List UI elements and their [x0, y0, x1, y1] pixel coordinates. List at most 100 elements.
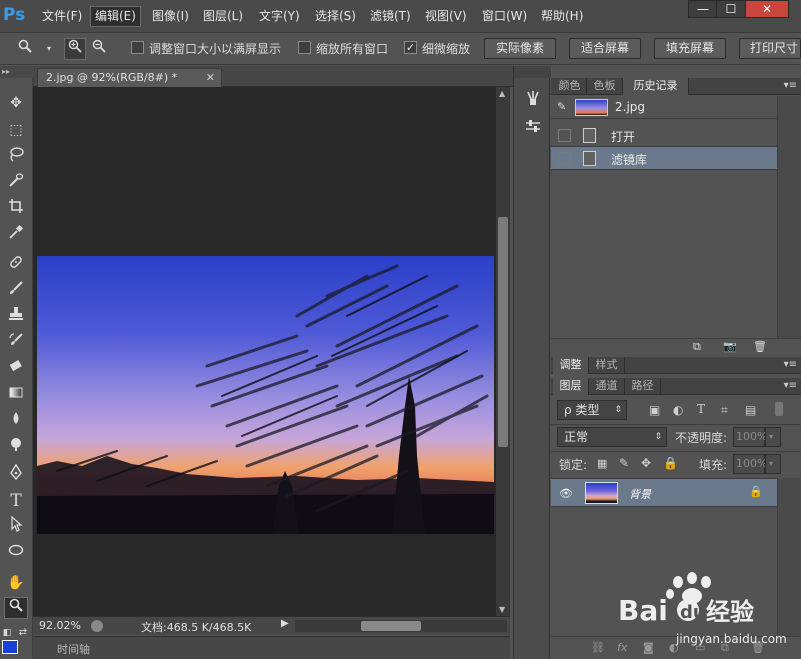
- lock-position-icon[interactable]: ✥: [641, 456, 651, 470]
- zoom-out-icon[interactable]: [88, 38, 110, 60]
- document-image[interactable]: [37, 256, 494, 534]
- menu-file[interactable]: 文件(F): [38, 6, 86, 27]
- filter-smart-object-icon[interactable]: ▤: [745, 403, 756, 417]
- layer-name[interactable]: 背景: [629, 486, 651, 502]
- fill-dropdown-icon[interactable]: ▾: [765, 454, 781, 474]
- quick-select-icon[interactable]: [4, 172, 28, 194]
- menu-filter[interactable]: 滤镜(T): [366, 6, 415, 27]
- foreground-color-swatch[interactable]: [2, 640, 18, 654]
- preset-dropdown-icon[interactable]: ▾: [38, 38, 60, 60]
- adjustments-panel-menu-icon[interactable]: ▾≡: [784, 357, 797, 373]
- filter-adjustment-icon[interactable]: ◐: [673, 403, 683, 417]
- type-icon[interactable]: T: [4, 490, 28, 512]
- lock-transparent-pixels-icon[interactable]: ▦: [597, 457, 607, 470]
- gradient-icon[interactable]: [4, 384, 28, 406]
- swap-colors-icon[interactable]: ⇄: [16, 622, 30, 644]
- adjustment-sliders-icon[interactable]: [522, 118, 544, 138]
- tab-channels[interactable]: 通道: [589, 378, 625, 395]
- filter-shape-icon[interactable]: ⌗: [721, 403, 728, 418]
- layers-scrollbar[interactable]: [777, 478, 801, 636]
- zoom-level[interactable]: 92.02%: [39, 619, 81, 632]
- history-source-checkbox[interactable]: [558, 129, 571, 142]
- maximize-button[interactable]: ☐: [716, 0, 746, 18]
- tab-adjustments[interactable]: 调整: [553, 357, 589, 374]
- zoom-tool-preset-icon[interactable]: [14, 38, 36, 60]
- history-brush-source-icon[interactable]: ✎: [557, 100, 566, 113]
- lasso-icon[interactable]: [4, 146, 28, 168]
- history-scrollbar[interactable]: [777, 96, 801, 338]
- fit-screen-button[interactable]: 适合屏幕: [569, 38, 641, 59]
- timeline-label[interactable]: 时间轴: [57, 641, 90, 657]
- filter-pixel-icon[interactable]: ▣: [649, 403, 660, 417]
- actual-pixels-button[interactable]: 实际像素: [484, 38, 556, 59]
- scroll-up-icon[interactable]: ▲: [499, 89, 505, 98]
- zoom-icon[interactable]: [4, 597, 28, 619]
- tab-layers[interactable]: 图层: [553, 378, 589, 395]
- filter-toggle-switch[interactable]: [775, 402, 783, 416]
- menu-type[interactable]: 文字(Y): [255, 6, 304, 27]
- zoom-all-windows-checkbox[interactable]: [298, 41, 311, 54]
- blend-mode-select[interactable]: 正常 ⇕: [557, 427, 667, 447]
- print-size-button[interactable]: 打印尺寸: [739, 38, 801, 59]
- history-state-filter-gallery[interactable]: 滤镜库: [551, 147, 777, 170]
- document-tab[interactable]: 2.jpg @ 92%(RGB/8#) * ✕: [37, 68, 222, 87]
- timeline-panel-bar[interactable]: 时间轴: [33, 636, 510, 659]
- add-mask-icon[interactable]: ◙: [643, 641, 654, 654]
- minimize-button[interactable]: —: [688, 0, 718, 18]
- marquee-icon[interactable]: ⬚: [4, 119, 28, 141]
- dodge-icon[interactable]: [4, 436, 28, 458]
- fill-field[interactable]: 100%: [733, 454, 767, 474]
- menu-window[interactable]: 窗口(W): [478, 6, 531, 27]
- layer-filter-kind-select[interactable]: ρ 类型 ⇕: [557, 400, 627, 420]
- history-panel-menu-icon[interactable]: ▾≡: [784, 78, 797, 94]
- lock-image-pixels-icon[interactable]: ✎: [619, 456, 629, 470]
- link-layers-icon[interactable]: ⛓: [591, 641, 605, 654]
- layer-row-background[interactable]: 👁 背景 🔒: [551, 478, 777, 507]
- collapsed-panels-grip[interactable]: [514, 66, 551, 78]
- pen-icon[interactable]: [4, 463, 28, 486]
- tab-styles[interactable]: 样式: [589, 357, 625, 374]
- resize-windows-checkbox[interactable]: [131, 41, 144, 54]
- ellipse-icon[interactable]: [4, 542, 28, 564]
- blur-icon[interactable]: [4, 410, 28, 432]
- tools-panel-grip[interactable]: ▸▸: [0, 66, 33, 78]
- eye-visibility-icon[interactable]: 👁: [559, 487, 573, 500]
- path-select-icon[interactable]: [4, 515, 28, 538]
- fill-screen-button[interactable]: 填充屏幕: [654, 38, 726, 59]
- filter-type-icon[interactable]: T: [697, 402, 705, 416]
- opacity-dropdown-icon[interactable]: ▾: [765, 427, 781, 447]
- tab-color[interactable]: 颜色: [553, 78, 587, 95]
- scrubby-zoom-checkbox[interactable]: ✓: [404, 41, 417, 54]
- status-menu-arrow-icon[interactable]: ▶: [281, 618, 289, 629]
- canvas-vertical-scrollbar[interactable]: ▲ ▼: [496, 87, 510, 616]
- menu-view[interactable]: 视图(V): [421, 6, 471, 27]
- tab-paths[interactable]: 路径: [625, 378, 661, 395]
- lock-all-icon[interactable]: 🔒: [663, 456, 678, 470]
- hand-icon[interactable]: ✋: [4, 572, 28, 594]
- menu-select[interactable]: 选择(S): [311, 6, 360, 27]
- trash-icon[interactable]: 🗑: [753, 340, 767, 353]
- menu-layer[interactable]: 图层(L): [199, 6, 247, 27]
- crop-icon[interactable]: [4, 198, 28, 220]
- tab-swatches[interactable]: 色板: [587, 78, 623, 95]
- close-document-icon[interactable]: ✕: [206, 69, 215, 86]
- menu-edit[interactable]: 编辑(E): [90, 6, 141, 27]
- history-brush-icon[interactable]: [4, 332, 28, 354]
- move-icon[interactable]: ✥: [4, 92, 28, 114]
- brush-icon[interactable]: [4, 280, 28, 302]
- scroll-down-icon[interactable]: ▼: [499, 605, 505, 614]
- eyedropper-icon[interactable]: [4, 224, 28, 246]
- history-snapshot[interactable]: ✎ 2.jpg: [551, 96, 777, 119]
- vertical-scroll-thumb[interactable]: [498, 217, 508, 447]
- layers-panel-menu-icon[interactable]: ▾≡: [784, 378, 797, 394]
- tab-history[interactable]: 历史记录: [623, 78, 689, 95]
- zoom-in-icon[interactable]: [64, 38, 86, 60]
- menu-help[interactable]: 帮助(H): [537, 6, 587, 27]
- menu-image[interactable]: 图像(I): [148, 6, 193, 27]
- brush-presets-icon[interactable]: [522, 90, 544, 110]
- eraser-icon[interactable]: [4, 358, 28, 380]
- history-state-open[interactable]: 打开: [551, 124, 777, 147]
- healing-brush-icon[interactable]: [4, 254, 28, 276]
- history-source-checkbox[interactable]: [558, 152, 571, 165]
- status-info-icon[interactable]: [91, 620, 103, 632]
